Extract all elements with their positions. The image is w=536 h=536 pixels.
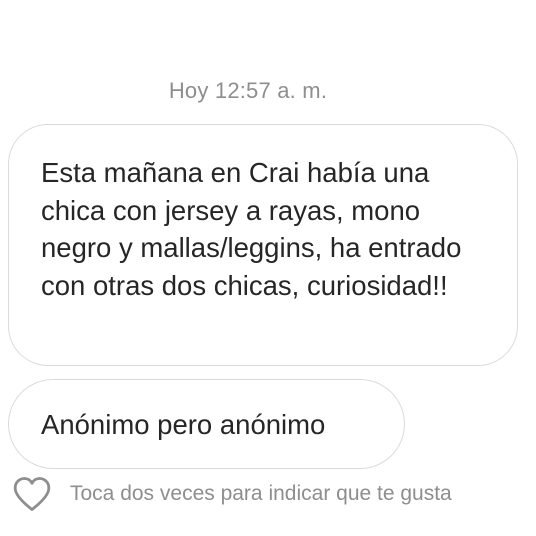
like-hint-text: Toca dos veces para indicar que te gusta xyxy=(70,482,452,505)
message-text: Esta mañana en Crai había una chica con … xyxy=(41,157,462,301)
message-bubble[interactable]: Anónimo pero anónimo xyxy=(8,379,405,469)
message-timestamp: Hoy 12:57 a. m. xyxy=(168,78,328,103)
message-text: Anónimo pero anónimo xyxy=(41,409,326,440)
heart-outline-icon[interactable] xyxy=(12,476,52,512)
like-hint-row: Toca dos veces para indicar que te gusta xyxy=(12,476,452,512)
message-bubble[interactable]: Esta mañana en Crai había una chica con … xyxy=(8,124,518,366)
